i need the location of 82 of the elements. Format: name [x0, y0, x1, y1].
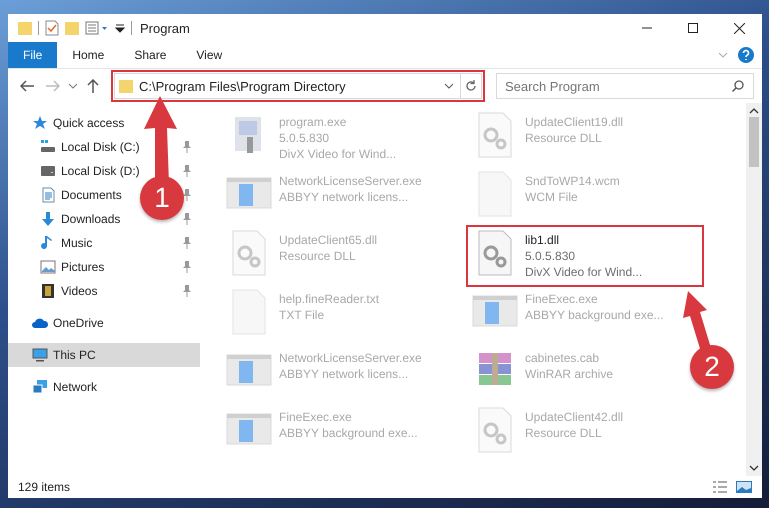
file-name: program.exe: [279, 115, 348, 129]
star-icon: [32, 115, 48, 131]
file-detail: ABBYY network licens...: [279, 367, 410, 381]
pin-icon[interactable]: [182, 165, 192, 177]
file-name: NetworkLicenseServer.exe: [279, 174, 422, 188]
refresh-icon: [465, 80, 477, 92]
address-path: C:\Program Files\Program Directory: [139, 78, 346, 94]
nav-item[interactable]: Documents: [8, 183, 128, 207]
file-name: lib1.dll: [525, 233, 560, 247]
file-detail: 5.0.5.830: [525, 249, 576, 263]
nav-item[interactable]: OneDrive: [8, 311, 110, 335]
file-detail: Resource DLL: [525, 131, 603, 145]
file-name: UpdateClient42.dll: [525, 410, 624, 424]
pin-icon[interactable]: [182, 189, 192, 201]
file-name: help.fineReader.txt: [279, 292, 380, 306]
dropdown-caret-icon[interactable]: [444, 82, 454, 90]
pc-icon: [32, 347, 48, 363]
details-view-icon[interactable]: [712, 480, 728, 494]
view-menu-icon[interactable]: [85, 20, 109, 36]
ribbon-tab[interactable]: File: [8, 42, 58, 68]
videos-icon: [40, 283, 56, 299]
file-detail: 5.0.5.830: [279, 131, 330, 145]
help-icon[interactable]: [738, 47, 754, 63]
pin-icon[interactable]: [182, 213, 192, 225]
back-arrow-icon: [20, 80, 34, 92]
file-name: FineExec.exe: [525, 292, 599, 306]
pin-icon[interactable]: [182, 237, 192, 249]
system-drive-icon: [40, 139, 56, 155]
folder-icon: [119, 78, 133, 94]
file-detail: Resource DLL: [279, 249, 357, 263]
chevron-icon[interactable]: [718, 51, 728, 59]
network-icon: [32, 379, 48, 395]
recent-caret-icon[interactable]: [68, 82, 78, 90]
file-detail: WCM File: [525, 190, 579, 204]
file-detail: TXT File: [279, 308, 326, 322]
nav-item[interactable]: Pictures: [8, 255, 110, 279]
pin-icon[interactable]: [182, 285, 192, 297]
file-detail: ABBYY network licens...: [279, 190, 410, 204]
file-name: cabinetes.cab: [525, 351, 600, 365]
documents-icon: [40, 187, 56, 203]
ribbon-tab[interactable]: Share: [119, 42, 182, 68]
nav-item[interactable]: Network: [8, 375, 104, 399]
scroll-thumb[interactable]: [749, 117, 759, 167]
nav-item[interactable]: Quick access: [8, 111, 130, 135]
forward-arrow-icon: [46, 80, 60, 92]
ribbon-tab[interactable]: Home: [57, 42, 120, 68]
file-detail: DivX Video for Wind...: [279, 147, 396, 161]
ribbon-tab[interactable]: View: [181, 42, 238, 68]
up-arrow-icon: [87, 79, 99, 93]
scrollbar[interactable]: [746, 103, 762, 476]
window-title: Program: [140, 20, 190, 36]
nav-item[interactable]: Videos: [8, 279, 104, 303]
file-name: UpdateClient65.dll: [279, 233, 378, 247]
file-detail: DivX Video for Wind...: [525, 265, 642, 279]
search-icon[interactable]: [732, 80, 744, 92]
nav-item[interactable]: Music: [8, 231, 98, 255]
file-detail: WinRAR archive: [525, 367, 614, 381]
file-item[interactable]: lib1.dll 5.0.5.830 DivX Video for Wind...: [468, 227, 702, 285]
file-detail: ABBYY background exe...: [525, 308, 664, 322]
nav-item[interactable]: Local Disk (C:): [8, 135, 146, 159]
drive-icon: [40, 163, 56, 179]
file-name: NetworkLicenseServer.exe: [279, 351, 422, 365]
file-name: UpdateClient19.dll: [525, 115, 624, 129]
file-name: SndToWP14.wcm: [525, 174, 620, 188]
item-count: 129 items: [18, 480, 70, 494]
search-field[interactable]: Search Program: [496, 73, 754, 99]
close-icon: [734, 22, 744, 34]
file-detail: Resource DLL: [525, 426, 603, 440]
file-name: FineExec.exe: [279, 410, 353, 424]
address-bar[interactable]: C:\Program Files\Program Directory: [114, 73, 482, 99]
nav-item[interactable]: Downloads: [8, 207, 126, 231]
scroll-down-icon[interactable]: [749, 464, 759, 472]
maximize-icon: [688, 23, 698, 33]
downloads-icon: [40, 211, 56, 227]
thumbnails-view-icon[interactable]: [736, 480, 752, 494]
pin-icon[interactable]: [182, 261, 192, 273]
pin-icon[interactable]: [182, 141, 192, 153]
nav-item[interactable]: This PC: [8, 343, 200, 367]
properties-icon[interactable]: [45, 20, 59, 36]
file-detail: ABBYY background exe...: [279, 426, 418, 440]
scroll-up-icon[interactable]: [749, 107, 759, 115]
pictures-icon: [40, 259, 56, 275]
